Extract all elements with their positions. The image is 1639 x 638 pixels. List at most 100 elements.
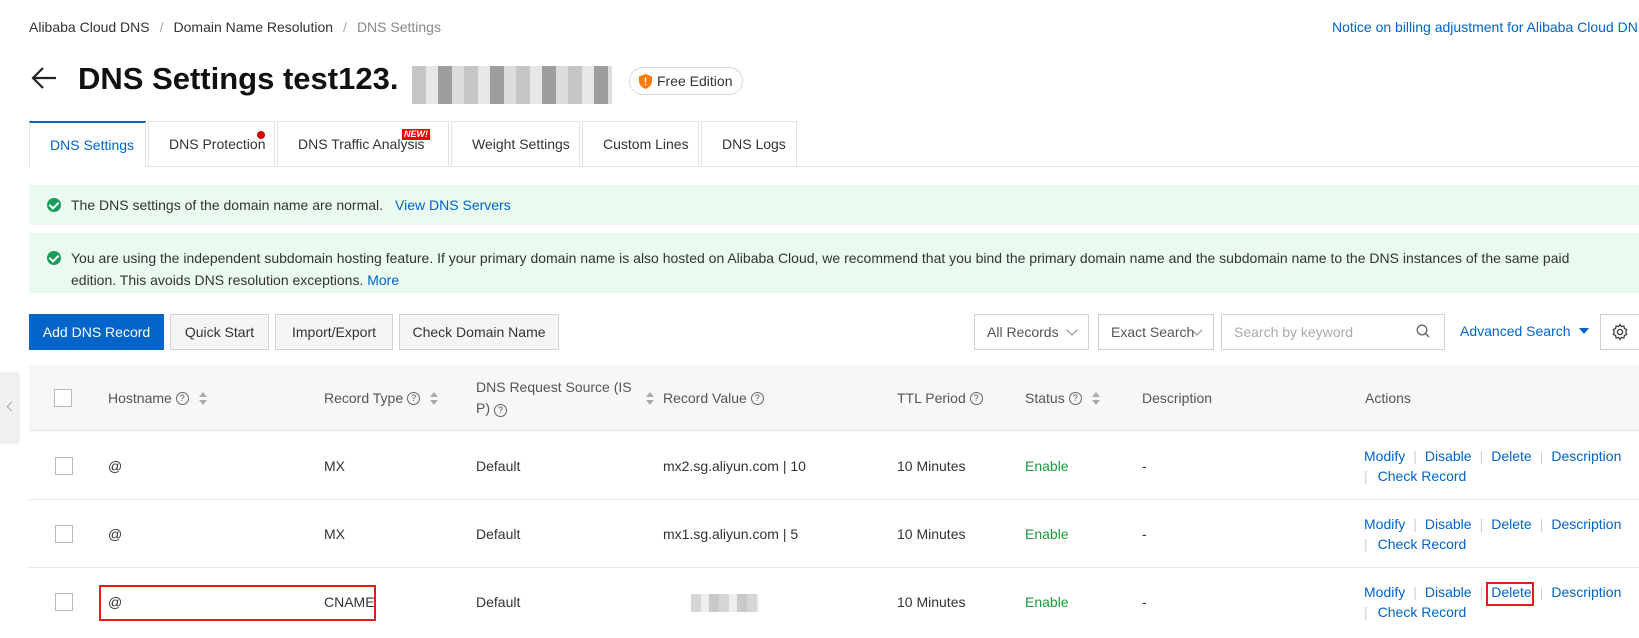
arrow-left-icon[interactable] [30,64,58,92]
tab-dns-settings[interactable]: DNS Settings [29,121,146,167]
sidebar-collapse-handle[interactable] [0,372,20,444]
more-link[interactable]: More [367,272,399,288]
dns-normal-alert: The DNS settings of the domain name are … [29,185,1639,225]
new-badge: NEW! [402,129,430,140]
help-icon[interactable]: ? [969,391,983,405]
hostname-cell: @ [108,458,123,474]
modify-link[interactable]: Modify [1364,584,1405,600]
description-link[interactable]: Description [1551,448,1621,464]
shield-icon [639,73,652,89]
ttl-cell: 10 Minutes [897,594,966,610]
add-dns-record-button[interactable]: Add DNS Record [29,314,164,350]
search-mode-select[interactable]: Exact Search [1098,314,1214,350]
check-record-link[interactable]: Check Record [1378,604,1467,620]
column-label: Hostname [108,390,172,406]
help-icon[interactable]: ? [175,391,189,405]
delete-link[interactable]: Delete [1491,448,1531,464]
records-filter-select[interactable]: All Records [974,314,1089,350]
tab-label: DNS Logs [722,136,786,152]
description-link[interactable]: Description [1551,516,1621,532]
tab-label: Weight Settings [472,136,570,152]
column-record-value: Record Value? [663,365,764,431]
column-label: TTL Period [897,390,966,406]
quick-start-button[interactable]: Quick Start [170,314,269,350]
delete-link[interactable]: Delete [1486,582,1535,606]
alert-message: You are using the independent subdomain … [71,250,1570,288]
modify-link[interactable]: Modify [1364,448,1405,464]
status-cell: Enable [1025,594,1069,610]
column-label: Record Type [324,390,404,406]
row-checkbox[interactable] [55,593,73,611]
record-type-cell: CNAME [324,594,375,610]
import-export-button[interactable]: Import/Export [275,314,393,350]
column-record-type[interactable]: Record Type? [324,365,439,431]
table-row: @ MX Default mx1.sg.aliyun.com | 5 10 Mi… [29,500,1639,568]
record-type-cell: MX [324,526,345,542]
column-hostname[interactable]: Hostname? [108,365,207,431]
edition-label: Free Edition [657,73,733,89]
help-icon[interactable]: ? [750,391,764,405]
modify-link[interactable]: Modify [1364,516,1405,532]
chevron-down-icon [1066,324,1078,336]
source-cell: Default [476,594,521,610]
disable-link[interactable]: Disable [1425,516,1472,532]
sort-icon[interactable] [1091,391,1100,405]
ttl-cell: 10 Minutes [897,526,966,542]
description-link[interactable]: Description [1551,584,1621,600]
tab-dns-traffic-analysis[interactable]: DNS Traffic Analysis NEW! [277,121,449,167]
column-label: P) [476,400,490,416]
check-circle-icon [47,251,61,265]
breadcrumb-alibaba-cloud-dns[interactable]: Alibaba Cloud DNS [29,19,150,35]
edition-badge[interactable]: Free Edition [629,67,744,95]
sort-icon[interactable] [198,391,207,405]
alert-text: You are using the independent subdomain … [71,247,1609,293]
view-dns-servers-link[interactable]: View DNS Servers [395,197,511,213]
check-record-link[interactable]: Check Record [1378,536,1467,552]
tab-custom-lines[interactable]: Custom Lines [582,121,699,167]
billing-notice-link[interactable]: Notice on billing adjustment for Alibaba… [1332,19,1639,35]
row-actions: Modify | Disable | Delete | Description | Check… [1364,516,1622,552]
column-ttl-period: TTL Period? [897,365,983,431]
sort-icon[interactable] [645,391,654,405]
tab-dns-protection[interactable]: DNS Protection [148,121,275,167]
check-domain-name-button[interactable]: Check Domain Name [399,314,559,350]
settings-button[interactable] [1600,314,1639,350]
search-input[interactable]: Search by keyword [1221,314,1445,350]
tab-label: DNS Settings [50,136,135,153]
column-label-wrap: DNS Request Source (IS P)? [476,377,632,419]
column-dns-request-source[interactable]: DNS Request Source (IS P)? [476,365,654,431]
column-status[interactable]: Status? [1025,365,1100,431]
records-filter-value: All Records [987,324,1059,340]
search-icon[interactable] [1416,324,1430,338]
check-record-link[interactable]: Check Record [1378,468,1467,484]
hostname-cell: @ [108,526,123,542]
column-description: Description [1142,365,1212,431]
row-checkbox[interactable] [55,525,73,543]
search-placeholder: Search by keyword [1234,324,1354,340]
hostname-cell: @ [108,594,123,610]
column-actions: Actions [1365,365,1411,431]
description-cell: - [1142,526,1147,542]
advanced-search-toggle[interactable]: Advanced Search [1460,323,1589,339]
subdomain-hosting-alert: You are using the independent subdomain … [29,233,1639,293]
disable-link[interactable]: Disable [1425,584,1472,600]
sort-icon[interactable] [430,391,439,405]
check-circle-icon [47,198,61,212]
row-checkbox[interactable] [55,457,73,475]
breadcrumb-domain-name-resolution[interactable]: Domain Name Resolution [174,19,334,35]
help-icon[interactable]: ? [494,404,507,417]
advanced-search-label: Advanced Search [1460,323,1571,339]
record-value-cell: mx2.sg.aliyun.com | 10 [663,458,806,474]
column-label: Status [1025,390,1065,406]
tab-weight-settings[interactable]: Weight Settings [451,121,580,167]
help-icon[interactable]: ? [1068,391,1082,405]
tab-label: Custom Lines [603,136,689,152]
select-all-checkbox[interactable] [54,389,72,407]
row-actions: Modify | Disable | Delete | Description | Check… [1364,582,1622,620]
tab-dns-logs[interactable]: DNS Logs [701,121,797,167]
breadcrumb-dns-settings: DNS Settings [356,19,441,35]
delete-link[interactable]: Delete [1491,516,1531,532]
help-icon[interactable]: ? [407,391,421,405]
disable-link[interactable]: Disable [1425,448,1472,464]
record-type-cell: MX [324,458,345,474]
